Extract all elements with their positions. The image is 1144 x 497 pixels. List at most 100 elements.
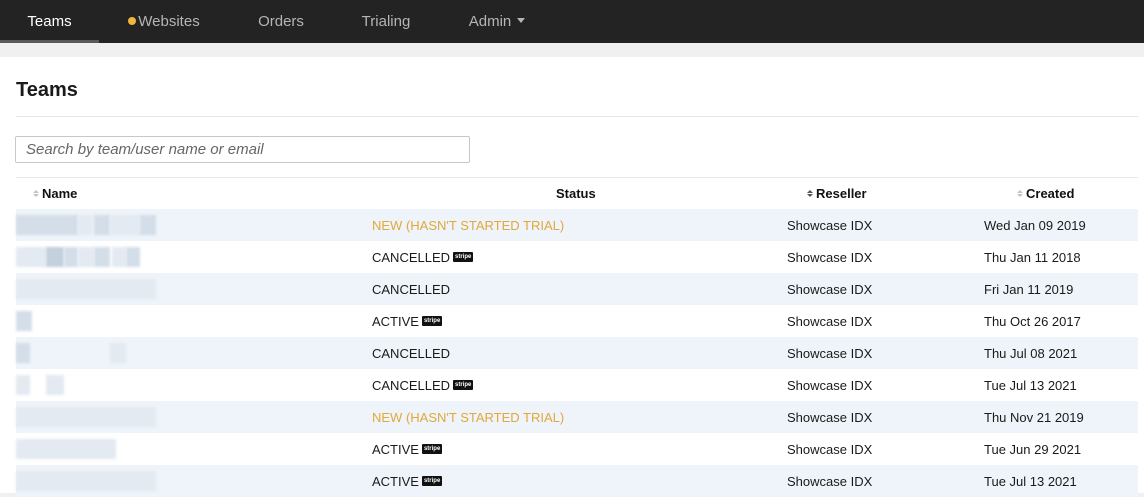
reseller-cell: Showcase IDX	[787, 313, 873, 329]
reseller-cell: Showcase IDX	[787, 441, 873, 457]
stripe-icon: stripe	[453, 380, 474, 390]
redacted-block	[16, 247, 46, 267]
stripe-icon: stripe	[421, 316, 443, 326]
team-name-redacted[interactable]	[16, 401, 216, 433]
nav-tab-label: Trialing	[361, 13, 411, 30]
redacted-block	[16, 439, 116, 459]
redacted-block	[126, 247, 140, 267]
stripe-icon: stripe	[421, 476, 443, 486]
created-date-cell: Fri Jan 11 2019	[984, 281, 1074, 297]
status-text: ACTIVE	[372, 313, 419, 329]
nav-dropdown-admin[interactable]: Admin	[439, 0, 555, 43]
column-header-label: Created	[1026, 186, 1075, 201]
column-header-name[interactable]: Name	[33, 178, 77, 209]
column-header-created[interactable]: Created	[1017, 178, 1074, 209]
sort-icon	[807, 190, 813, 197]
nav-tab-trialing[interactable]: Trialing	[333, 0, 439, 43]
reseller-cell: Showcase IDX	[787, 345, 873, 361]
status-text: NEW (HASN'T STARTED TRIAL)	[372, 409, 565, 425]
reseller-cell: Showcase IDX	[787, 377, 873, 393]
reseller-cell: Showcase IDX	[787, 473, 873, 489]
redacted-block	[94, 247, 110, 267]
created-date-cell: Thu Nov 21 2019	[984, 409, 1084, 425]
table-row[interactable]: CANCELLED stripe Showcase IDX Thu Jan 11 20…	[16, 241, 1138, 273]
redacted-block	[16, 375, 30, 395]
team-name-redacted[interactable]	[16, 305, 216, 337]
redacted-block	[110, 343, 126, 363]
redacted-block	[16, 343, 30, 363]
redacted-block	[78, 247, 94, 267]
reseller-cell: Showcase IDX	[787, 409, 873, 425]
status-text: NEW (HASN'T STARTED TRIAL)	[372, 217, 565, 233]
table-header: Name Status Reseller Created	[16, 178, 1138, 209]
nav-tab-label: Websites	[138, 13, 200, 30]
status-text: CANCELLED	[372, 377, 451, 393]
status-cell: NEW (HASN'T STARTED TRIAL)	[372, 401, 702, 433]
status-cell: ACTIVE stripe	[372, 433, 702, 465]
team-name-redacted[interactable]	[16, 209, 216, 241]
team-name-redacted[interactable]	[16, 273, 216, 305]
status-text: ACTIVE	[372, 473, 419, 489]
redacted-block	[16, 215, 78, 235]
sort-icon	[33, 190, 39, 197]
caret-down-icon	[517, 18, 526, 23]
nav-tab-websites[interactable]: Websites	[99, 0, 229, 43]
status-cell: ACTIVE stripe	[372, 305, 702, 337]
team-name-redacted[interactable]	[16, 337, 216, 369]
table-body: NEW (HASN'T STARTED TRIAL) Showcase IDX We…	[16, 209, 1138, 497]
nav-tab-label: Teams	[27, 13, 72, 30]
nav-tab-label: Admin	[468, 13, 512, 30]
reseller-cell: Showcase IDX	[787, 217, 873, 233]
status-cell: CANCELLED stripe	[372, 241, 702, 273]
search-input[interactable]	[15, 136, 470, 163]
redacted-block	[16, 407, 156, 427]
column-header-label: Name	[42, 186, 78, 201]
created-date-cell: Tue Jul 13 2021	[984, 473, 1077, 489]
redacted-block	[94, 215, 110, 235]
created-date-cell: Tue Jun 29 2021	[984, 441, 1082, 457]
team-name-redacted[interactable]	[16, 433, 216, 465]
column-header-reseller[interactable]: Reseller	[807, 178, 867, 209]
column-header-status: Status	[556, 178, 596, 209]
created-date-cell: Thu Jul 08 2021	[984, 345, 1078, 361]
table-row[interactable]: CANCELLED Showcase IDX Fri Jan 11 2019	[16, 273, 1138, 305]
status-cell: CANCELLED	[372, 273, 702, 305]
status-text: ACTIVE	[372, 441, 419, 457]
notification-dot-icon	[128, 16, 137, 25]
created-date-cell: Tue Jul 13 2021	[984, 377, 1077, 393]
nav-tab-label: Orders	[258, 13, 304, 30]
table-row[interactable]: NEW (HASN'T STARTED TRIAL) Showcase IDX We…	[16, 209, 1138, 241]
redacted-block	[16, 311, 32, 331]
page-title: Teams	[16, 79, 78, 101]
redacted-block	[16, 471, 156, 491]
column-header-label: Reseller	[816, 186, 867, 201]
table-row[interactable]: CANCELLED Showcase IDX Thu Jul 08 2021	[16, 337, 1138, 369]
table-row[interactable]: NEW (HASN'T STARTED TRIAL) Showcase IDX Th…	[16, 401, 1138, 433]
created-date-cell: Thu Oct 26 2017	[984, 313, 1081, 329]
table-row[interactable]: ACTIVE stripe Showcase IDX Tue Jun 29 2021	[16, 433, 1138, 465]
redacted-block	[64, 247, 78, 267]
nav-tab-teams[interactable]: Teams	[0, 0, 99, 43]
created-date-cell: Wed Jan 09 2019	[984, 217, 1086, 233]
redacted-block	[112, 247, 126, 267]
team-name-redacted[interactable]	[16, 369, 216, 401]
table-row[interactable]: CANCELLED stripe Showcase IDX Tue Jul 13 20…	[16, 369, 1138, 401]
status-text: CANCELLED	[372, 345, 451, 361]
content-panel: Teams Name Status Reseller Created NEW (…	[0, 57, 1144, 497]
status-text: CANCELLED	[372, 249, 451, 265]
table-row[interactable]: ACTIVE stripe Showcase IDX Tue Jul 13 2021	[16, 465, 1138, 497]
status-cell: CANCELLED	[372, 337, 702, 369]
created-date-cell: Thu Jan 11 2018	[984, 249, 1081, 265]
status-cell: CANCELLED stripe	[372, 369, 702, 401]
sort-icon	[1017, 190, 1023, 197]
column-header-label: Status	[556, 186, 596, 201]
redacted-block	[78, 215, 92, 235]
nav-tab-orders[interactable]: Orders	[229, 0, 333, 43]
table-row[interactable]: ACTIVE stripe Showcase IDX Thu Oct 26 2017	[16, 305, 1138, 337]
reseller-cell: Showcase IDX	[787, 249, 873, 265]
team-name-redacted[interactable]	[16, 465, 216, 497]
reseller-cell: Showcase IDX	[787, 281, 873, 297]
redacted-block	[110, 215, 140, 235]
team-name-redacted[interactable]	[16, 241, 216, 273]
status-cell: ACTIVE stripe	[372, 465, 702, 497]
